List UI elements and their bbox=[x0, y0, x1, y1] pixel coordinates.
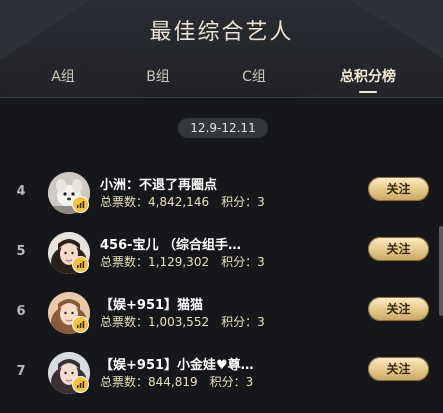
votes-value: 4,842,146 bbox=[148, 195, 210, 209]
page-header: 最佳综合艺人 A组 B组 C组 总积分榜 bbox=[0, 0, 443, 98]
tab-label: A组 bbox=[51, 69, 75, 85]
follow-button[interactable]: 关注 bbox=[368, 237, 429, 261]
artist-stats: 总票数：844,819 积分：3 bbox=[100, 373, 300, 390]
votes-value: 1,129,302 bbox=[148, 255, 210, 269]
tab-label: 总积分榜 bbox=[340, 69, 396, 85]
score-label: 积分： bbox=[209, 375, 246, 389]
tab-group-a[interactable]: A组 bbox=[43, 66, 83, 90]
score-value: 3 bbox=[257, 315, 265, 329]
votes-label: 总票数： bbox=[100, 315, 149, 329]
date-range-badge: 12.9-12.11 bbox=[178, 118, 268, 138]
scrollbar[interactable] bbox=[439, 226, 443, 316]
ranking-row: 5 456-宝儿 （综合组手… 总票数：1,129,302 积分：3 关注 bbox=[0, 227, 443, 283]
votes-value: 844,819 bbox=[148, 375, 198, 389]
artist-name[interactable]: 【娱+951】小金娃♥尊… bbox=[100, 354, 265, 373]
ranking-row: 6 【娱+951】猫猫 总票数：1,003,552 积分：3 关注 bbox=[0, 287, 443, 343]
rank-number: 6 bbox=[16, 304, 26, 319]
votes-label: 总票数： bbox=[100, 375, 149, 389]
header-divider bbox=[0, 97, 443, 98]
score-label: 积分： bbox=[221, 255, 258, 269]
artist-stats: 总票数：4,842,146 积分：3 bbox=[100, 193, 300, 210]
votes-value: 1,003,552 bbox=[148, 315, 210, 329]
votes-label: 总票数： bbox=[100, 255, 149, 269]
page-title: 最佳综合艺人 bbox=[149, 20, 294, 45]
rank-number: 5 bbox=[16, 244, 26, 259]
score-value: 3 bbox=[257, 195, 265, 209]
tab-label: B组 bbox=[146, 69, 170, 85]
ranking-row: 7 【娱+951】小金娃♥尊… 总票数：844,819 积分：3 关注 bbox=[0, 347, 443, 403]
score-value: 3 bbox=[245, 375, 254, 389]
active-tab-indicator bbox=[359, 91, 377, 93]
rank-number: 7 bbox=[16, 364, 26, 379]
ranking-row: 4 小洲：不退了再圈点 总票数：4,842,146 积分：3 关注 bbox=[0, 167, 443, 223]
tab-total-score[interactable]: 总积分榜 bbox=[333, 66, 403, 93]
artist-name[interactable]: 456-宝儿 （综合组手… bbox=[100, 234, 265, 253]
artist-name[interactable]: 小洲：不退了再圈点 bbox=[100, 174, 265, 193]
score-label: 积分： bbox=[221, 195, 258, 209]
artist-stats: 总票数：1,129,302 积分：3 bbox=[100, 253, 300, 270]
score-label: 积分： bbox=[221, 315, 258, 329]
artist-name[interactable]: 【娱+951】猫猫 bbox=[100, 294, 265, 313]
signal-bars-icon bbox=[72, 376, 89, 393]
score-value: 3 bbox=[257, 255, 265, 269]
follow-button[interactable]: 关注 bbox=[368, 357, 429, 381]
tab-bar: A组 B组 C组 总积分榜 bbox=[0, 66, 443, 93]
follow-button[interactable]: 关注 bbox=[368, 177, 429, 201]
signal-bars-icon bbox=[72, 316, 89, 333]
votes-label: 总票数： bbox=[100, 195, 149, 209]
follow-button[interactable]: 关注 bbox=[368, 297, 429, 321]
signal-bars-icon bbox=[72, 256, 89, 273]
artist-stats: 总票数：1,003,552 积分：3 bbox=[100, 313, 300, 330]
tab-group-b[interactable]: B组 bbox=[138, 66, 178, 90]
tab-label: C组 bbox=[242, 69, 266, 85]
signal-bars-icon bbox=[72, 196, 89, 213]
tab-group-c[interactable]: C组 bbox=[234, 66, 274, 90]
rank-number: 4 bbox=[16, 184, 26, 199]
